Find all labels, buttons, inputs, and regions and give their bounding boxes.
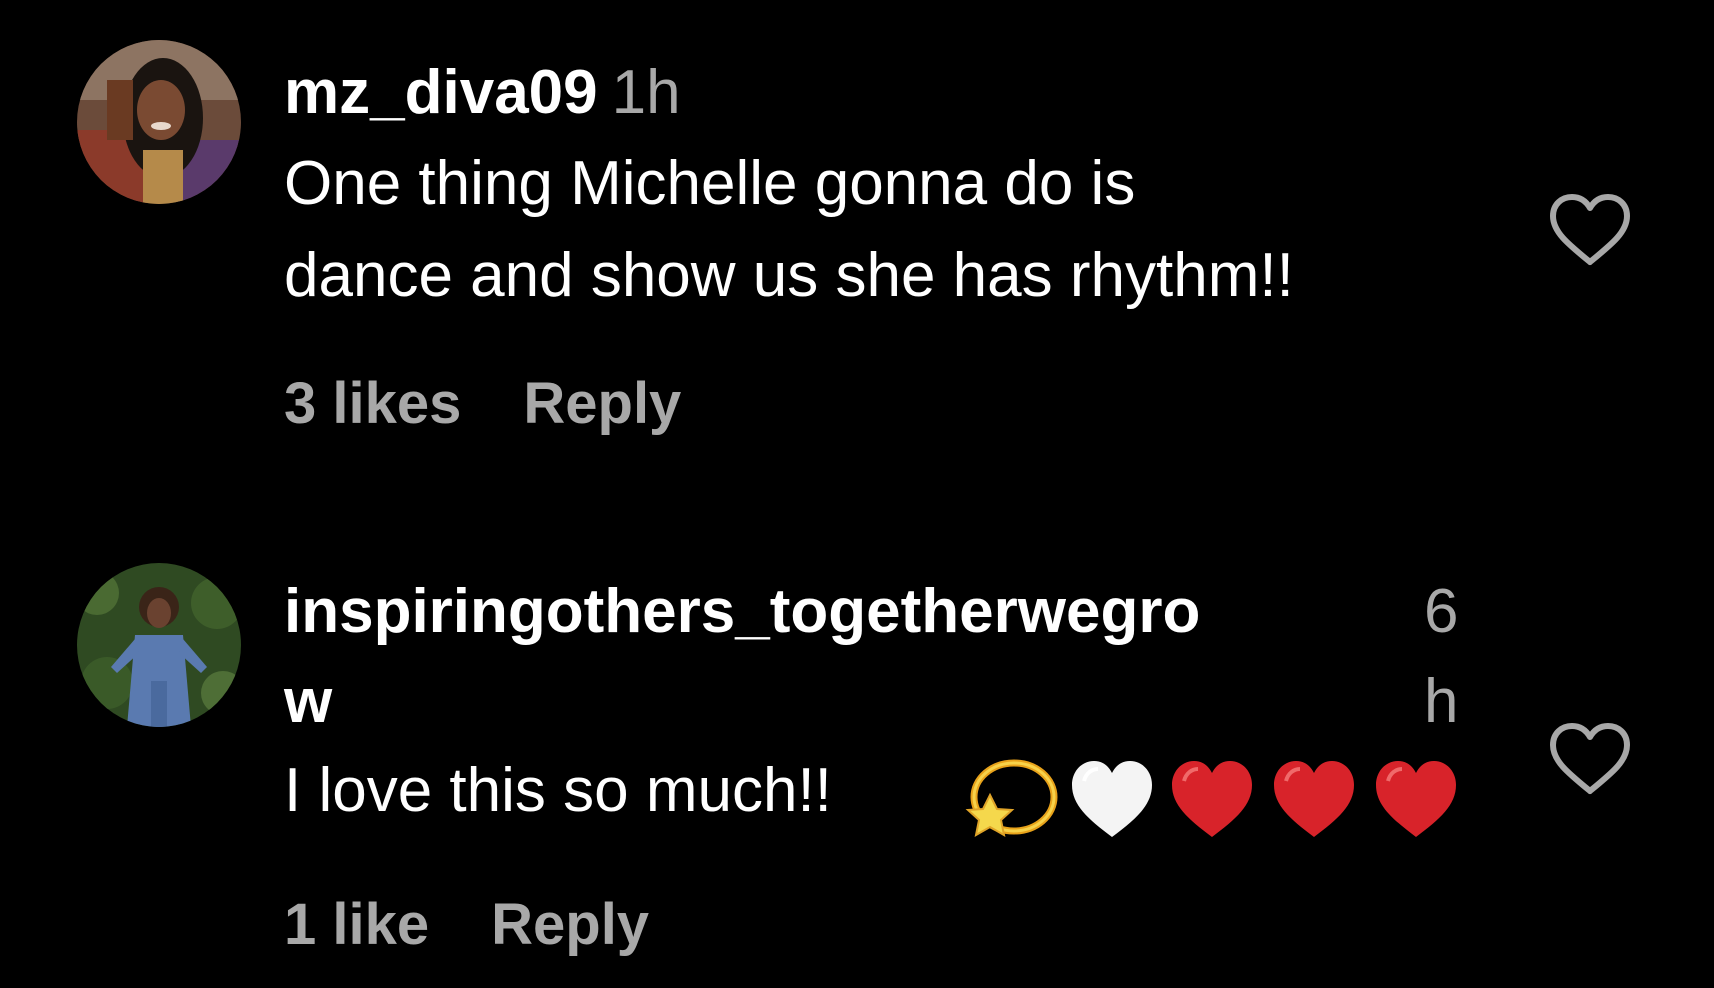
comment-actions: 3 likes Reply [284, 370, 681, 437]
heart-outline-icon [1550, 194, 1630, 265]
like-button[interactable] [1548, 192, 1632, 268]
white-heart-icon [1072, 761, 1152, 837]
timestamp-continued: h [1424, 667, 1459, 736]
comment-header: mz_diva09 1h [284, 58, 681, 128]
red-heart-icon [1172, 761, 1252, 837]
reply-button[interactable]: Reply [491, 892, 649, 957]
like-button[interactable] [1548, 721, 1632, 797]
red-heart-icon [1376, 761, 1456, 837]
avatar[interactable] [77, 563, 241, 727]
comment-text-line: One thing Michelle gonna do is [284, 149, 1136, 218]
dizzy-star-icon [965, 759, 1058, 837]
comment-text: One thing Michelle gonna do is dance and… [284, 138, 1294, 322]
comment-item: mz_diva09 1h One thing Michelle gonna do … [0, 38, 1714, 458]
likes-count[interactable]: 3 likes [284, 371, 461, 436]
timestamp: 6 [1424, 577, 1459, 646]
comment-item: inspiringothers_togetherwegro w 6 h I lo… [0, 561, 1714, 981]
likes-count[interactable]: 1 like [284, 892, 429, 957]
comment-actions: 1 like Reply [284, 891, 649, 958]
username-link[interactable]: inspiringothers_togetherwegro [284, 577, 1200, 647]
emoji-sequence [964, 747, 1484, 847]
heart-outline-icon [1550, 723, 1630, 794]
avatar[interactable] [77, 40, 241, 204]
comment-text: I love this so much!! [284, 756, 832, 825]
comment-text-line: dance and show us she has rhythm!! [284, 241, 1294, 310]
username-link[interactable]: mz_diva09 [284, 58, 598, 127]
timestamp: 1h [611, 58, 681, 127]
red-heart-icon [1274, 761, 1354, 837]
username-link-continued[interactable]: w [284, 667, 332, 737]
reply-button[interactable]: Reply [523, 371, 681, 436]
